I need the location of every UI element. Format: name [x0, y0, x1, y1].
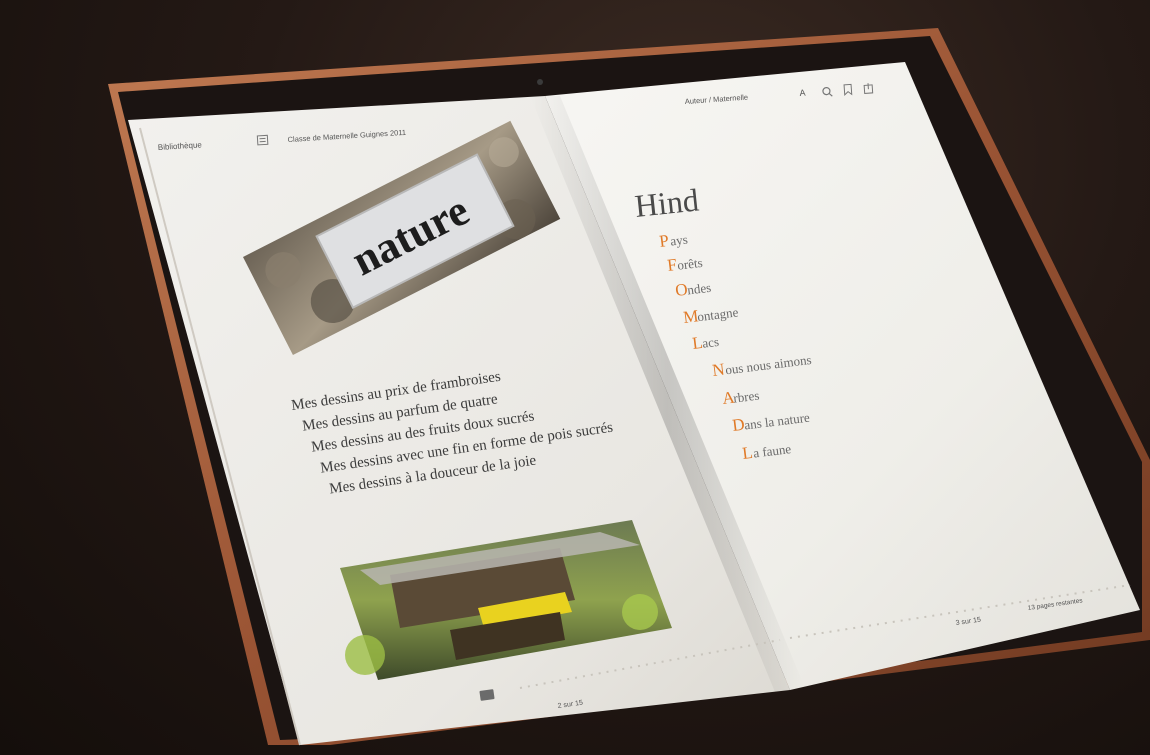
svg-text:A: A [799, 88, 806, 98]
toc-label: ndes [686, 280, 711, 298]
toc-label: orêts [676, 255, 703, 273]
toc-label: ays [669, 232, 688, 249]
chapter-heading: Hind [633, 181, 700, 223]
toc-label: acs [701, 334, 719, 351]
page-scrubber-thumb[interactable] [479, 689, 495, 701]
camera-icon [537, 79, 543, 85]
font-size-icon[interactable]: A [799, 88, 806, 98]
toc-label: rbres [732, 388, 760, 406]
photo-scene: Bibliothèque Classe de Maternelle Guigne… [108, 28, 1150, 746]
